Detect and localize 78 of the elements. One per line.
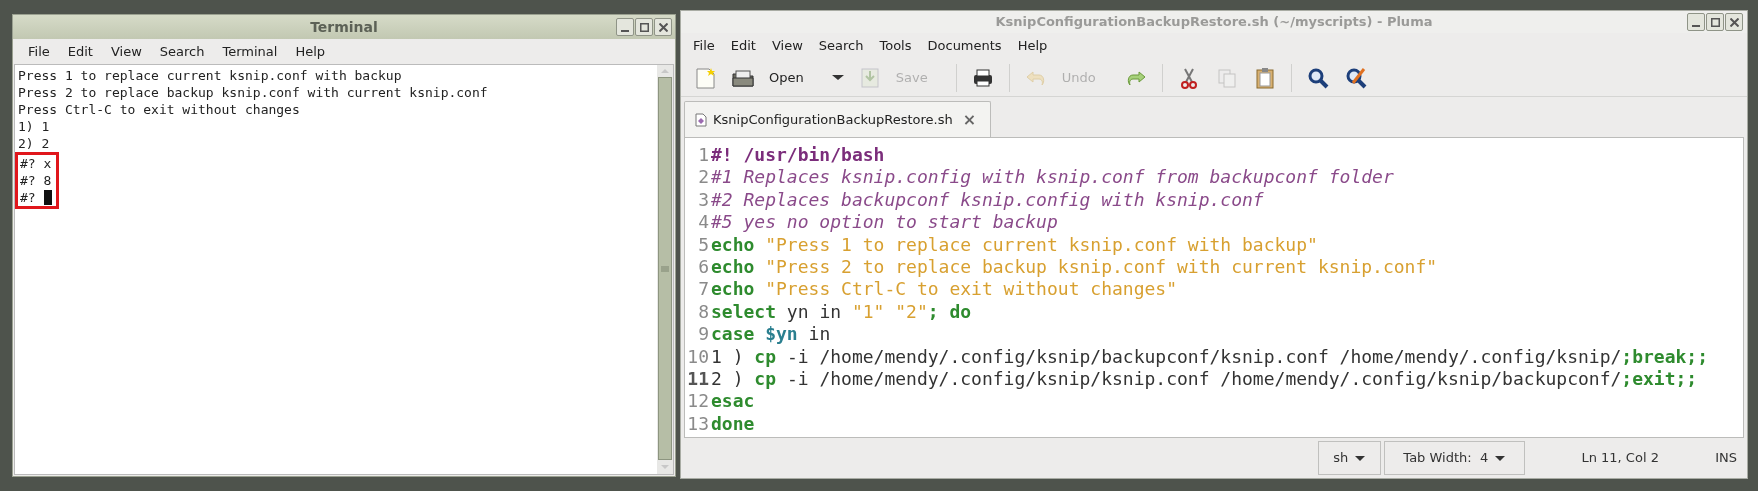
menu-item[interactable]: Help	[1009, 36, 1056, 56]
menu-item[interactable]: Terminal	[213, 41, 287, 62]
menu-item[interactable]: View	[763, 36, 811, 56]
caret-icon	[1494, 454, 1507, 462]
line-number: 9	[697, 323, 709, 346]
code-line: done	[711, 412, 755, 436]
line-number: 8	[697, 300, 709, 324]
line-number: 12	[686, 390, 709, 413]
line-number: 6	[697, 256, 709, 279]
code-line: 1 ) cp -i /home/mendy/.config/ksnip/backupconf/ksnip.conf /home/mendy/.config/ksnip/;break;;	[711, 345, 1709, 369]
document-tab[interactable]: KsnipConfigurationBackupRestore.sh ×	[684, 101, 992, 137]
window-title: KsnipConfigurationBackupRestore.sh (~/myscripts) - Pluma	[995, 13, 1433, 32]
code-line: #2 Replaces backupconf ksnip.config with ksnip.conf	[711, 188, 1264, 212]
close-button[interactable]	[654, 18, 672, 36]
terminal-line: 2) 2	[18, 135, 50, 152]
scrollbar-thumb[interactable]	[658, 77, 672, 460]
close-tab-button[interactable]: ×	[958, 107, 981, 132]
menu-item[interactable]: Help	[286, 41, 335, 62]
menu-item[interactable]: Edit	[58, 41, 102, 62]
menu-item[interactable]: Search	[810, 36, 872, 56]
code-line: #1 Replaces ksnip.config with ksnip.conf from backupconf folder	[711, 166, 1394, 189]
close-icon	[658, 22, 668, 32]
code-line: #5 yes no option to start backup	[711, 211, 1058, 234]
minimize-button[interactable]	[616, 18, 634, 36]
menu-item[interactable]: File	[19, 41, 59, 62]
maximize-button[interactable]	[1706, 13, 1724, 31]
menu-item[interactable]: File	[685, 36, 723, 56]
caret-icon	[831, 75, 844, 80]
menu-item[interactable]: Tools	[871, 36, 920, 56]
minimize-icon	[621, 30, 629, 32]
tab-width-dropdown[interactable]: Tab Width: 4	[1384, 441, 1526, 475]
maximize-icon	[639, 22, 649, 32]
close-button[interactable]	[1725, 13, 1743, 31]
line-number: 13	[686, 412, 709, 436]
minimize-icon	[1692, 25, 1700, 27]
maximize-icon	[1710, 17, 1720, 27]
language-dropdown[interactable]: sh	[1318, 441, 1382, 475]
line-number: 2	[697, 166, 709, 189]
terminal-line: Press 1 to replace current ksnip.conf with backup	[18, 67, 402, 84]
menu-item[interactable]: Search	[150, 41, 214, 62]
code-editor[interactable]	[684, 137, 1744, 438]
code-line: esac	[711, 390, 755, 413]
terminal-line: #? x	[20, 155, 52, 172]
cursor-position: Ln 11, Col 2	[1580, 449, 1660, 468]
tab-label: KsnipConfigurationBackupRestore.sh	[713, 110, 953, 129]
code-line: #! /usr/bin/bash	[711, 144, 885, 167]
window-title: Terminal	[310, 17, 378, 37]
terminal-line: Press 2 to replace backup ksnip.conf with current ksnip.conf	[18, 84, 488, 101]
line-number: 4	[697, 211, 709, 234]
code-line: case $yn in	[711, 323, 831, 346]
maximize-button[interactable]	[635, 18, 653, 36]
open-button[interactable]: Open	[725, 61, 824, 94]
new-document-icon	[693, 65, 717, 90]
minimize-button[interactable]	[1687, 13, 1705, 31]
terminal-line: 1) 1	[18, 118, 50, 135]
line-number: 11	[686, 368, 709, 391]
code-line: echo "Press Ctrl-C to exit without changes"	[711, 278, 1177, 301]
menu-item[interactable]: Documents	[919, 36, 1010, 56]
caret-icon	[1354, 454, 1367, 462]
close-icon	[1729, 17, 1739, 27]
line-number: 7	[697, 278, 709, 301]
scrollbar[interactable]	[657, 65, 673, 474]
file-icon	[695, 112, 707, 127]
code-line: echo "Press 2 to replace backup ksnip.conf with current ksnip.conf"	[711, 256, 1438, 279]
code-line: 2 ) cp -i /home/mendy/.config/ksnip/ksnip.conf /home/mendy/.config/ksnip/backupconf/;exit;;	[711, 368, 1698, 391]
line-number: 1	[697, 144, 709, 167]
terminal-line: #? 8	[20, 172, 52, 189]
line-number: 10	[686, 345, 709, 369]
terminal-line: Press Ctrl-C to exit without changes	[18, 101, 300, 118]
code-line: echo "Press 1 to replace current ksnip.conf with backup"	[711, 233, 1318, 257]
code-line: select yn in "1" "2"; do	[711, 300, 972, 324]
line-number: 3	[697, 188, 709, 212]
terminal-output[interactable]: Press 1 to replace current ksnip.conf with backup Press 2 to replace backup ksnip.conf with current ksnip.conf Press Ctrl-C to exit without changes 1) 1 2) 2 #? x #? 8 #?	[15, 65, 657, 474]
menu-item[interactable]: Edit	[722, 36, 764, 56]
line-number: 5	[697, 233, 709, 257]
insert-mode: INS	[1715, 449, 1737, 468]
terminal-line: #?	[20, 189, 36, 206]
menu-item[interactable]: View	[101, 41, 151, 62]
